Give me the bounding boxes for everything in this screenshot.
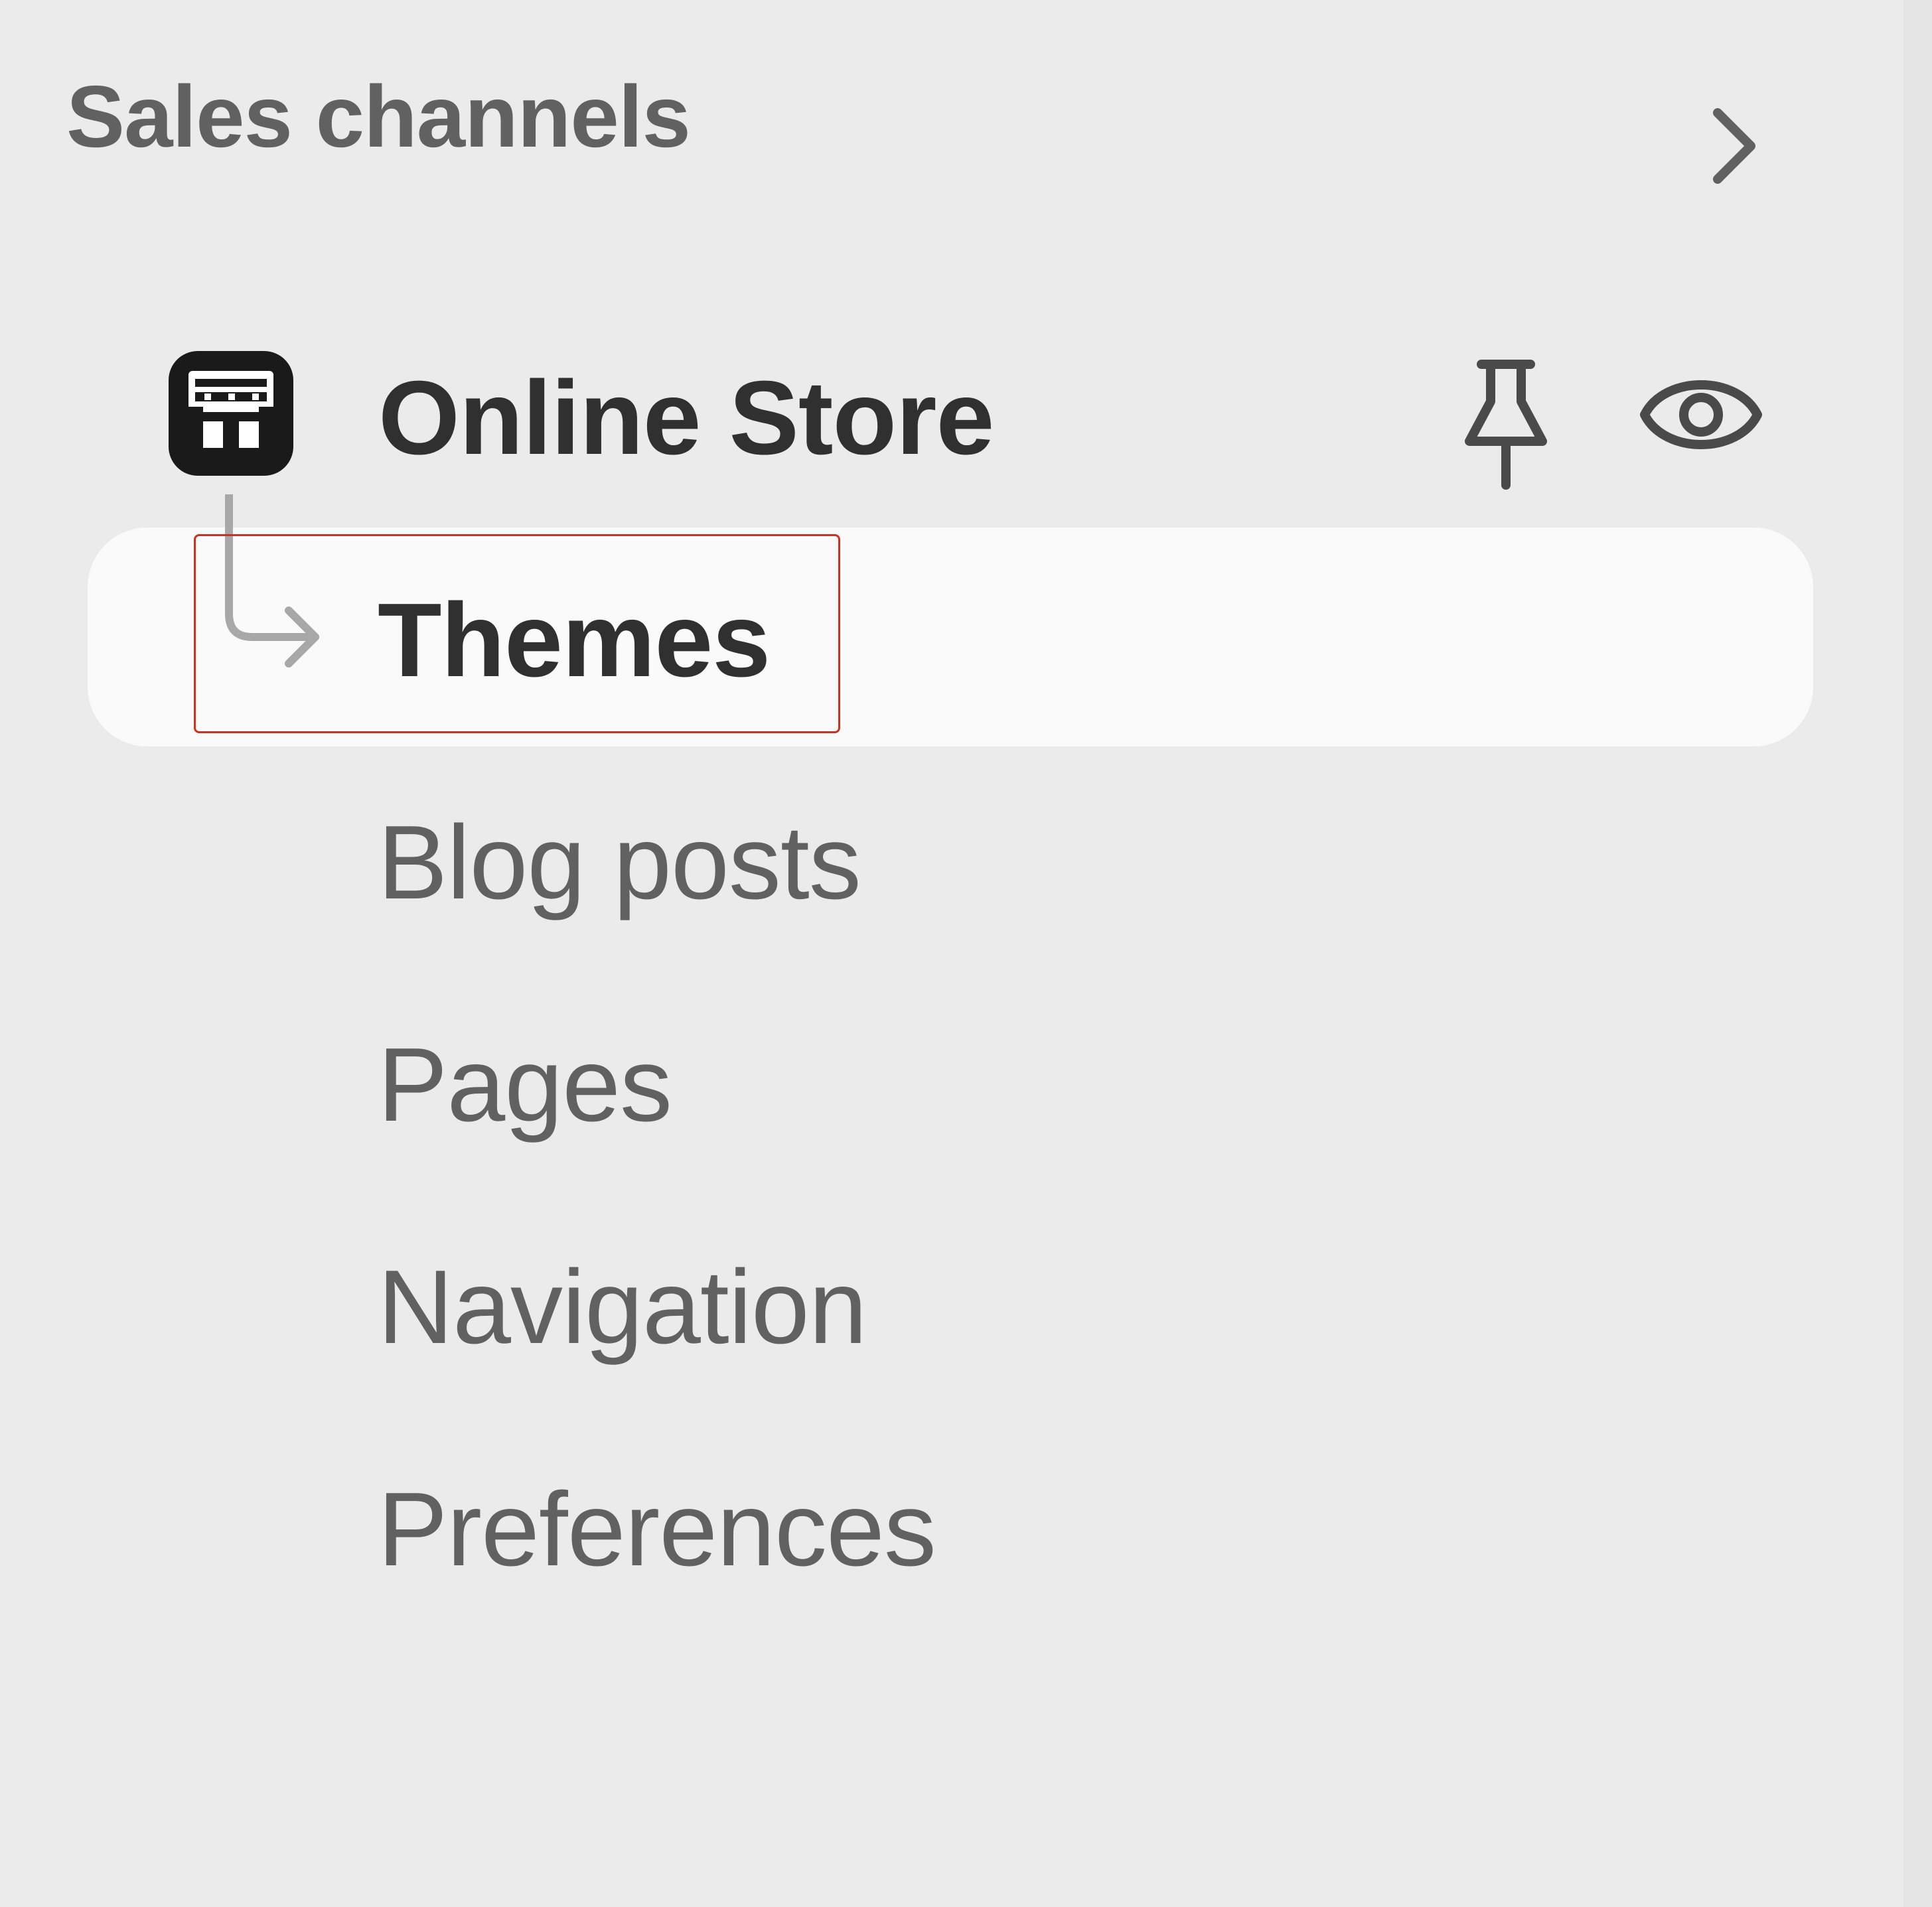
channel-label: Online Store: [378, 360, 994, 476]
section-title: Sales channels: [66, 67, 691, 165]
sub-item-arrow-icon: [225, 494, 319, 668]
sidebar-item-preferences[interactable]: Preferences: [88, 1417, 1813, 1636]
sidebar-item-label: Preferences: [378, 1471, 936, 1588]
eye-icon[interactable]: [1638, 362, 1764, 468]
sidebar-item-label: Navigation: [378, 1249, 867, 1366]
sidebar-edge: [1903, 0, 1932, 1907]
sales-channels-header[interactable]: Sales channels: [66, 63, 1792, 169]
sidebar-item-pages[interactable]: Pages: [88, 972, 1813, 1191]
store-icon: [169, 351, 293, 476]
pin-icon[interactable]: [1456, 355, 1556, 494]
sidebar-item-label: Blog posts: [378, 804, 861, 921]
chevron-right-icon[interactable]: [1698, 100, 1771, 192]
sidebar-item-label: Pages: [378, 1026, 672, 1143]
sidebar-item-online-store[interactable]: Online Store: [166, 345, 1772, 490]
sidebar-item-themes[interactable]: Themes: [88, 528, 1813, 746]
sidebar: Sales channels Online Store Themes Blog …: [0, 0, 1903, 1907]
sidebar-item-navigation[interactable]: Navigation: [88, 1194, 1813, 1413]
sidebar-item-blog-posts[interactable]: Blog posts: [88, 750, 1813, 969]
sidebar-item-label: Themes: [378, 582, 771, 699]
